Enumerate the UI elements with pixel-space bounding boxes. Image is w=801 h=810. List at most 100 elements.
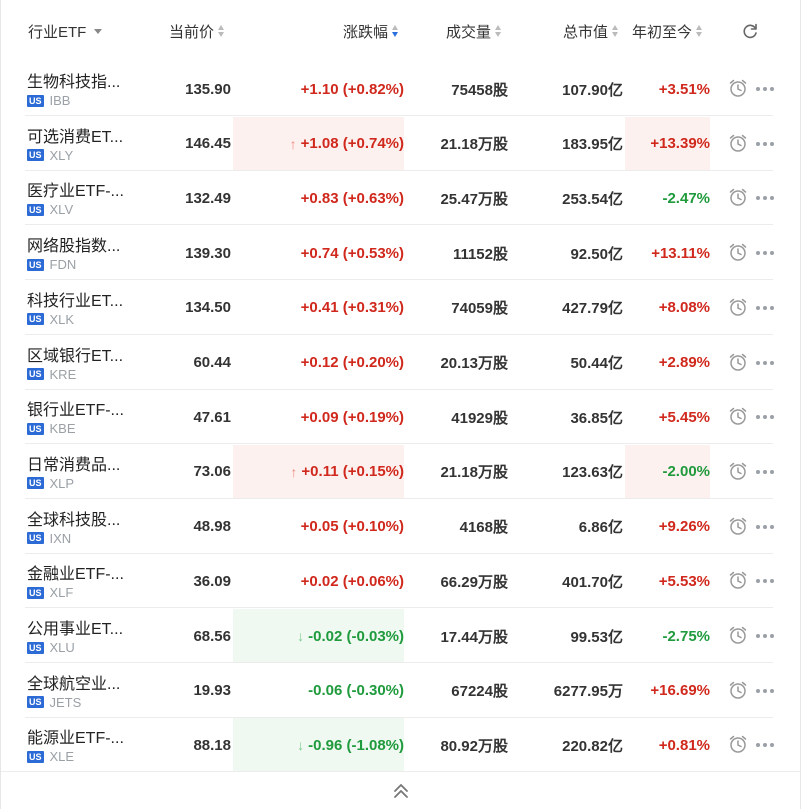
table-row[interactable]: 医疗业ETF-... US XLV 132.49 +0.83 (+0.63%) 25.47… bbox=[1, 171, 800, 226]
table-row[interactable]: 科技行业ET... US XLK 134.50 +0.41 (+0.31%) 74059股… bbox=[1, 281, 800, 335]
alarm-clock-icon[interactable] bbox=[728, 297, 748, 317]
table-row[interactable]: 区域银行ET... US KRE 60.44 +0.12 (+0.20%) 20.13万股… bbox=[1, 336, 800, 390]
etf-name[interactable]: 可选消费ET... bbox=[27, 123, 123, 147]
change-cell: ↑ +0.11 (+0.15%) bbox=[233, 445, 404, 499]
refresh-icon[interactable] bbox=[741, 22, 759, 40]
sort-ytd[interactable]: 年初至今 bbox=[632, 0, 703, 62]
etf-name[interactable]: 全球航空业... bbox=[27, 670, 120, 694]
market-cap-value: 123.63亿 bbox=[562, 464, 623, 482]
market-badge: US bbox=[27, 422, 44, 435]
etf-name[interactable]: 科技行业ET... bbox=[27, 287, 123, 311]
market-badge: US bbox=[27, 368, 44, 380]
volume-value: 4168股 bbox=[459, 519, 508, 537]
more-dots-icon[interactable] bbox=[756, 141, 774, 146]
sort-volume[interactable]: 成交量 bbox=[446, 0, 502, 62]
change-cell: +0.83 (+0.63%) bbox=[233, 171, 404, 225]
alarm-clock-icon[interactable] bbox=[728, 242, 748, 262]
etf-name[interactable]: 银行业ETF-... bbox=[27, 396, 124, 420]
alarm-clock-icon[interactable] bbox=[728, 133, 748, 153]
table-row[interactable]: 金融业ETF-... US XLF 36.09 +0.02 (+0.06%) 66.29万… bbox=[1, 554, 800, 609]
ytd-value: +9.26% bbox=[658, 518, 710, 536]
more-dots-icon[interactable] bbox=[756, 415, 774, 420]
collapse-bar[interactable] bbox=[1, 771, 800, 810]
table-row[interactable]: 生物科技指... US IBB 135.90 +1.10 (+0.82%) 75458股 1… bbox=[1, 62, 800, 116]
alarm-clock-icon[interactable] bbox=[728, 570, 748, 590]
change-cell: ↓ -0.02 (-0.03%) bbox=[233, 609, 404, 663]
sort-price[interactable]: 当前价 bbox=[169, 0, 225, 62]
etf-ticker: IBB bbox=[49, 93, 71, 108]
etf-name[interactable]: 金融业ETF-... bbox=[27, 560, 124, 584]
more-dots-icon[interactable] bbox=[756, 524, 774, 529]
sort-icon bbox=[218, 24, 225, 38]
volume-value: 17.44万股 bbox=[440, 628, 508, 646]
table-row[interactable]: 能源业ETF-... US XLE 88.18 ↓ -0.96 (-1.08%) 80.92… bbox=[1, 718, 800, 773]
more-dots-icon[interactable] bbox=[756, 251, 774, 256]
etf-name[interactable]: 日常消费品... bbox=[27, 451, 120, 475]
market-cap-value: 99.53亿 bbox=[570, 628, 623, 646]
sort-market-cap[interactable]: 总市值 bbox=[563, 0, 619, 62]
table-row[interactable]: 日常消费品... US XLP 73.06 ↑ +0.11 (+0.15%) 21.18万股… bbox=[1, 444, 800, 499]
alarm-clock-icon[interactable] bbox=[728, 516, 748, 536]
more-dots-icon[interactable] bbox=[756, 87, 774, 91]
change-value: -0.02 (-0.03%) bbox=[308, 627, 404, 645]
etf-name[interactable]: 公用事业ET... bbox=[27, 615, 123, 639]
industry-selector[interactable]: 行业ETF bbox=[28, 0, 103, 62]
sort-icon bbox=[696, 24, 703, 38]
change-cell: +0.74 (+0.53%) bbox=[233, 226, 404, 280]
market-badge: US bbox=[27, 532, 44, 545]
etf-name[interactable]: 医疗业ETF-... bbox=[27, 177, 124, 201]
change-value: +0.41 (+0.31%) bbox=[300, 299, 404, 317]
change-value: +1.10 (+0.82%) bbox=[300, 80, 404, 98]
alarm-clock-icon[interactable] bbox=[728, 352, 748, 372]
table-row[interactable]: 网络股指数... US FDN 139.30 +0.74 (+0.53%) 11152股 9… bbox=[1, 226, 800, 281]
etf-name[interactable]: 网络股指数... bbox=[27, 232, 120, 256]
table-row[interactable]: 可选消费ET... US XLY 146.45 ↑ +1.08 (+0.74%) 21.18… bbox=[1, 116, 800, 171]
table-row[interactable]: 全球航空业... US JETS 19.93 -0.06 (-0.30%) 67224股 6… bbox=[1, 664, 800, 718]
alarm-clock-icon[interactable] bbox=[728, 625, 748, 645]
etf-ticker: FDN bbox=[49, 257, 77, 273]
etf-name[interactable]: 全球科技股... bbox=[27, 506, 120, 530]
alarm-clock-icon[interactable] bbox=[728, 187, 748, 207]
alarm-clock-icon[interactable] bbox=[728, 734, 748, 754]
change-cell: +1.10 (+0.82%) bbox=[233, 62, 404, 116]
more-dots-icon[interactable] bbox=[756, 634, 774, 638]
price-value: 48.98 bbox=[193, 518, 231, 536]
etf-code: US XLP bbox=[27, 476, 74, 491]
market-cap-value: 107.90亿 bbox=[562, 81, 623, 99]
price-value: 47.61 bbox=[193, 408, 231, 426]
alarm-clock-icon[interactable] bbox=[728, 680, 748, 700]
alarm-clock-icon[interactable] bbox=[728, 78, 748, 98]
etf-code: US XLK bbox=[27, 312, 74, 327]
ytd-value: +5.45% bbox=[658, 408, 710, 426]
more-dots-icon[interactable] bbox=[756, 469, 774, 474]
double-chevron-up-icon[interactable] bbox=[393, 782, 409, 800]
more-dots-icon[interactable] bbox=[756, 579, 774, 584]
volume-value: 20.13万股 bbox=[440, 355, 508, 372]
table-row[interactable]: 公用事业ET... US XLU 68.56 ↓ -0.02 (-0.03%) 17.44万… bbox=[1, 609, 800, 663]
volume-value: 11152股 bbox=[452, 245, 508, 263]
more-dots-icon[interactable] bbox=[756, 196, 774, 201]
table-row[interactable]: 银行业ETF-... US KBE 47.61 +0.09 (+0.19%) 41929股… bbox=[1, 390, 800, 445]
more-dots-icon[interactable] bbox=[756, 305, 774, 310]
etf-code: US XLV bbox=[27, 202, 73, 217]
price-value: 60.44 bbox=[193, 354, 231, 371]
alarm-clock-icon[interactable] bbox=[728, 406, 748, 426]
more-dots-icon[interactable] bbox=[756, 743, 774, 748]
market-badge: US bbox=[27, 696, 44, 709]
price-value: 73.06 bbox=[193, 463, 231, 481]
price-value: 134.50 bbox=[185, 299, 231, 317]
more-dots-icon[interactable] bbox=[756, 688, 774, 693]
more-dots-icon[interactable] bbox=[756, 360, 774, 365]
etf-code: US XLE bbox=[27, 749, 74, 764]
etf-name[interactable]: 区域银行ET... bbox=[27, 342, 123, 366]
alarm-clock-icon[interactable] bbox=[728, 461, 748, 481]
etf-name[interactable]: 能源业ETF-... bbox=[27, 724, 124, 748]
table-row[interactable]: 全球科技股... US IXN 48.98 +0.05 (+0.10%) 4168股 6.8… bbox=[1, 500, 800, 554]
etf-name[interactable]: 生物科技指... bbox=[27, 68, 120, 92]
etf-ticker: XLE bbox=[49, 749, 75, 765]
ytd-value: +0.81% bbox=[658, 736, 710, 754]
etf-code: US XLU bbox=[27, 640, 75, 655]
market-cap-value: 401.70亿 bbox=[562, 573, 623, 591]
sort-change[interactable]: 涨跌幅 bbox=[343, 0, 399, 62]
price-value: 36.09 bbox=[193, 572, 231, 590]
